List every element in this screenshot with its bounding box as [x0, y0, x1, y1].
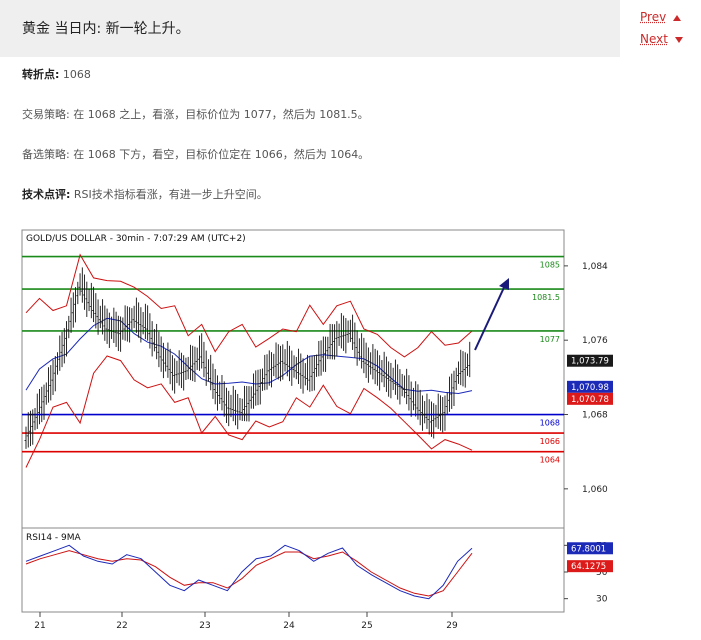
alternative-label: 备选策略:	[22, 148, 70, 161]
level-label: 1064	[540, 456, 560, 465]
chart-title: GOLD/US DOLLAR - 30min - 7:07:29 AM (UTC…	[26, 234, 246, 244]
page-title: 黄金 当日内: 新一轮上升。	[22, 21, 190, 37]
price-chart: GOLD/US DOLLAR - 30min - 7:07:29 AM (UTC…	[0, 226, 620, 640]
strategy-text: 在 1068 之上，看涨，目标价位为 1077，然后为 1081.5。	[73, 108, 369, 121]
alternative-text: 在 1068 下方，看空，目标价位定在 1066，然后为 1064。	[73, 148, 370, 161]
level-label: 1085	[540, 261, 560, 270]
x-tick-label: 23	[199, 621, 210, 631]
level-label: 1081.5	[532, 293, 560, 302]
y-tick-label: 1,068	[582, 411, 608, 421]
price-tag-label: 1,070.78	[571, 395, 609, 405]
y-tick-label: 1,084	[582, 262, 608, 272]
price-tag-label: 1,073.79	[571, 357, 609, 367]
alternative-line: 备选策略: 在 1068 下方，看空，目标价位定在 1066，然后为 1064。	[22, 146, 369, 162]
chevron-up-icon	[673, 14, 682, 21]
comment-line: 技术点评: RSI技术指标看涨，有进一步上升空间。	[22, 186, 268, 202]
level-label: 1068	[540, 419, 560, 428]
next-link[interactable]: Next	[640, 32, 683, 46]
next-label[interactable]: Next	[640, 32, 668, 46]
price-tags: 1,073.79 1,070.98 1,070.78 67.8001 64.1275	[567, 354, 613, 573]
pivot-label: 转折点:	[22, 68, 60, 81]
x-tick-label: 29	[446, 621, 458, 631]
prev-link[interactable]: Prev	[640, 10, 682, 24]
chart-canvas: GOLD/US DOLLAR - 30min - 7:07:29 AM (UTC…	[21, 229, 613, 631]
strategy-line: 交易策略: 在 1068 之上，看涨，目标价位为 1077，然后为 1081.5…	[22, 106, 369, 122]
strategy-label: 交易策略:	[22, 108, 70, 121]
header-bar: 黄金 当日内: 新一轮上升。	[0, 0, 620, 57]
price-tag-label: 1,070.98	[571, 383, 609, 393]
x-tick-label: 25	[361, 621, 372, 631]
y-tick-label: 1,076	[582, 336, 608, 346]
pivot-value: 1068	[62, 68, 91, 81]
comment-label: 技术点评:	[22, 188, 71, 201]
prev-label[interactable]: Prev	[640, 10, 666, 24]
rsi-tick-label: 30	[596, 595, 608, 605]
comment-text: RSI技术指标看涨，有进一步上升空间。	[73, 188, 268, 201]
y-tick-label: 1,060	[582, 485, 608, 495]
chart-frame	[21, 229, 565, 613]
rsi-tag-label: 64.1275	[571, 562, 606, 572]
rsi-title: RSI14 - 9MA	[26, 533, 82, 543]
x-tick-label: 24	[283, 621, 295, 631]
level-label: 1066	[540, 437, 560, 446]
x-tick-label: 21	[34, 621, 45, 631]
rsi-tag-label: 67.8001	[571, 544, 606, 554]
level-label: 1077	[540, 335, 560, 344]
chevron-down-icon	[674, 36, 683, 43]
x-tick-label: 22	[116, 621, 127, 631]
pivot-line: 转折点: 1068	[22, 66, 91, 82]
